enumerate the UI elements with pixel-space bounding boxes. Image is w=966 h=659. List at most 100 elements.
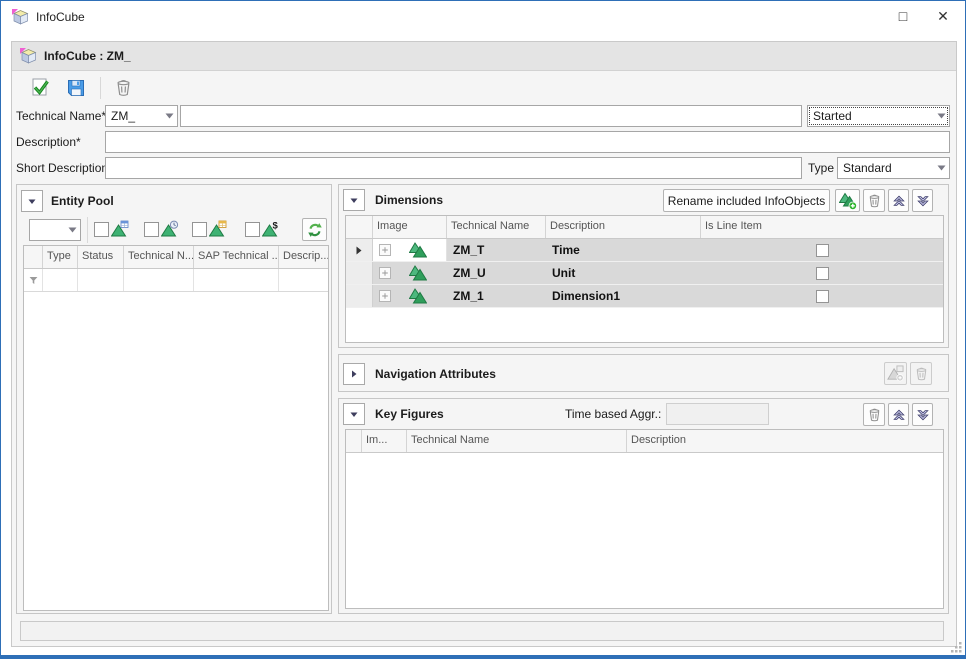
delete-navigation-attribute-button (910, 362, 932, 385)
chevron-down-icon (916, 194, 930, 208)
column-header-description[interactable]: Description (627, 430, 943, 452)
editor-header-band: InfoCube : ZM_ (12, 42, 956, 71)
column-header-technical-name[interactable]: Technical Name (447, 216, 546, 238)
add-dimension-button[interactable] (835, 189, 860, 212)
chevron-down-icon (916, 408, 930, 422)
rename-included-infoobjects-button[interactable]: Rename included InfoObjects (663, 189, 830, 212)
close-button[interactable]: ✕ (923, 1, 963, 31)
maximize-button[interactable]: □ (883, 1, 923, 31)
unit-characteristic-checkbox[interactable] (192, 222, 207, 237)
entity-pool-grid-body[interactable] (24, 292, 328, 611)
column-header-image[interactable]: Image (373, 216, 447, 238)
is-line-item-checkbox[interactable] (816, 290, 829, 303)
column-header-sap-technical-name[interactable]: SAP Technical ... (194, 246, 279, 268)
object-status-value: Started (808, 109, 933, 123)
delete-key-figure-button[interactable] (863, 403, 885, 426)
move-key-figure-down-button[interactable] (912, 403, 933, 426)
is-line-item-checkbox[interactable] (816, 267, 829, 280)
time-based-aggr-label: Time based Aggr.: (565, 403, 661, 425)
description-input[interactable] (105, 131, 950, 153)
type-select[interactable]: Standard (837, 157, 950, 179)
is-line-item-cell (701, 239, 943, 261)
navigation-attributes-panel: Navigation Attributes (338, 354, 949, 392)
move-dimension-up-button[interactable] (888, 189, 909, 212)
expand-button[interactable] (379, 290, 391, 302)
resize-grip[interactable] (951, 642, 962, 653)
triangle-right-icon (350, 369, 358, 379)
short-description-input[interactable] (105, 157, 802, 179)
entity-filter-combobox[interactable] (29, 219, 81, 241)
object-status-select[interactable]: Started (807, 105, 950, 127)
trash-icon (114, 78, 133, 98)
type-label: Type (808, 157, 834, 179)
row-indicator-icon (356, 246, 362, 255)
check-document-icon (30, 77, 51, 98)
triangle-down-icon (27, 197, 37, 206)
characteristic-checkbox[interactable] (94, 222, 109, 237)
entity-pool-grid: Type Status Technical N... SAP Technical… (23, 245, 329, 611)
entity-pool-collapse-button[interactable] (21, 190, 43, 212)
description-label: Description* (16, 131, 81, 153)
filter-cell[interactable] (279, 269, 328, 291)
key-figures-panel: Key Figures Time based Aggr.: (338, 398, 949, 614)
column-header-technical-name[interactable]: Technical Name (407, 430, 627, 452)
filter-cell[interactable] (24, 269, 43, 291)
dimension-row[interactable]: ZM_U Unit (346, 262, 943, 285)
column-header[interactable] (346, 430, 362, 452)
is-line-item-checkbox[interactable] (816, 244, 829, 257)
is-line-item-cell (701, 262, 943, 284)
dimension-technical-name: ZM_U (447, 262, 546, 284)
dimension-icon (409, 241, 427, 259)
save-button[interactable] (62, 75, 90, 101)
editor-panel: InfoCube : ZM_ (11, 41, 957, 647)
filter-cell[interactable] (124, 269, 194, 291)
time-characteristic-checkbox[interactable] (144, 222, 159, 237)
column-header-is-line-item[interactable]: Is Line Item (701, 216, 943, 238)
filter-cell[interactable] (43, 269, 78, 291)
chevron-down-icon (64, 220, 80, 240)
key-figure-checkbox[interactable] (245, 222, 260, 237)
dimension-row[interactable]: ZM_1 Dimension1 (346, 285, 943, 308)
navigation-attributes-title: Navigation Attributes (375, 367, 496, 381)
infocube-icon (12, 9, 29, 25)
chevron-up-icon (892, 408, 906, 422)
refresh-button[interactable] (302, 218, 327, 241)
column-header-status[interactable]: Status (78, 246, 124, 268)
column-header[interactable] (346, 216, 373, 238)
dimensions-grid-header: Image Technical Name Description Is Line… (346, 216, 943, 239)
column-header-image[interactable]: Im... (362, 430, 407, 452)
technical-name-combobox[interactable]: ZM_ (105, 105, 178, 127)
triangle-down-icon (349, 196, 359, 205)
infocube-icon (20, 48, 37, 64)
move-dimension-down-button[interactable] (912, 189, 933, 212)
delete-dimension-button[interactable] (863, 189, 885, 212)
technical-name-label: Technical Name* (16, 105, 106, 127)
short-description-label: Short Description (16, 157, 108, 179)
column-header-description[interactable]: Descrip... (279, 246, 328, 268)
expand-button[interactable] (379, 267, 391, 279)
move-key-figure-up-button[interactable] (888, 403, 909, 426)
save-icon (66, 78, 86, 98)
entity-pool-grid-header: Type Status Technical N... SAP Technical… (24, 246, 328, 269)
dimension-row[interactable]: ZM_T Time (346, 239, 943, 262)
check-button[interactable] (26, 75, 54, 101)
filter-icon (28, 275, 39, 286)
expand-button[interactable] (379, 244, 391, 256)
toolbar-separator (100, 77, 101, 99)
column-header[interactable] (24, 246, 43, 268)
technical-name-input[interactable] (180, 105, 802, 127)
trash-icon (867, 407, 882, 423)
chevron-up-icon (892, 194, 906, 208)
key-figures-collapse-button[interactable] (343, 403, 365, 425)
filter-cell[interactable] (78, 269, 124, 291)
column-header-description[interactable]: Description (546, 216, 701, 238)
key-figures-grid-body[interactable] (346, 453, 943, 609)
dimensions-collapse-button[interactable] (343, 189, 365, 211)
delete-button[interactable] (109, 75, 137, 101)
column-header-type[interactable]: Type (43, 246, 78, 268)
column-header-technical-name[interactable]: Technical N... (124, 246, 194, 268)
type-value: Standard (838, 161, 933, 175)
filter-cell[interactable] (194, 269, 279, 291)
navigation-attributes-expand-button[interactable] (343, 363, 365, 385)
time-characteristic-icon (161, 220, 179, 238)
